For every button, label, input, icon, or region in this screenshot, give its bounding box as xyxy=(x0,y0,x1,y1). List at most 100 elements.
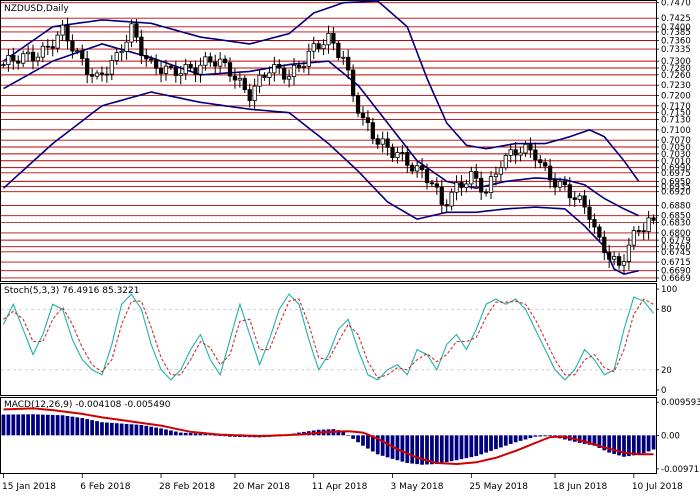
macd-histogram-bar xyxy=(469,435,474,458)
macd-histogram-bar xyxy=(36,414,40,436)
candle-body-up xyxy=(183,64,188,75)
macd-histogram-bar xyxy=(188,433,193,436)
macd-histogram-bar xyxy=(6,414,11,436)
candle-body-down xyxy=(99,72,105,75)
macd-histogram-bar xyxy=(651,435,656,450)
macd-axis-label: 0.00 xyxy=(661,431,680,441)
macd-histogram-bar xyxy=(543,435,548,437)
macd-axis-label: 0.009593 xyxy=(661,398,700,408)
candle-body-up xyxy=(415,165,420,172)
macd-histogram-bar xyxy=(109,422,114,436)
macd-histogram-bar xyxy=(508,435,513,444)
candle-body-down xyxy=(444,204,449,207)
candle-body-down xyxy=(616,256,622,266)
price-axis-label: 0.7200 xyxy=(661,91,691,101)
macd-histogram-bar xyxy=(45,414,50,436)
candle-body-up xyxy=(124,41,129,52)
macd-histogram-bar xyxy=(70,416,75,436)
candle-body-down xyxy=(139,36,144,56)
candle-body-down xyxy=(193,67,198,75)
macd-histogram-bar xyxy=(65,415,70,436)
candle-body-down xyxy=(50,46,55,49)
candle-body-up xyxy=(321,44,326,50)
macd-histogram-bar xyxy=(95,421,99,436)
candle-body-down xyxy=(424,169,430,184)
time-axis-label: 3 May 2018 xyxy=(391,482,444,492)
candle-body-up xyxy=(488,176,494,194)
candle-body-up xyxy=(1,64,6,66)
candle-body-down xyxy=(439,186,444,205)
macd-histogram-bar xyxy=(149,426,154,436)
macd-histogram-bar xyxy=(410,435,415,464)
price-axis-label: 0.7335 xyxy=(661,45,691,55)
candle-body-up xyxy=(257,74,262,87)
symbol-title: NZDUSD,Daily xyxy=(4,4,69,14)
candle-body-down xyxy=(89,73,95,77)
candle-body-down xyxy=(45,45,50,48)
candle-body-down xyxy=(16,60,21,64)
candle-body-down xyxy=(351,69,356,97)
candle-body-down xyxy=(331,32,336,44)
candle-body-down xyxy=(296,64,302,68)
macd-histogram-bar xyxy=(513,435,518,443)
candle-body-up xyxy=(493,173,499,178)
macd-histogram-bar xyxy=(548,435,552,437)
candle-body-down xyxy=(222,58,228,64)
macd-histogram-bar xyxy=(119,423,124,436)
candle-body-up xyxy=(646,217,651,232)
time-axis-label: 15 Jan 2018 xyxy=(2,482,56,492)
time-axis-label: 11 Apr 2018 xyxy=(312,482,368,492)
candle-body-down xyxy=(158,67,164,74)
candle-body-down xyxy=(434,183,439,188)
candle-body-up xyxy=(75,50,80,53)
candle-body-up xyxy=(498,167,503,175)
macd-histogram-bar xyxy=(183,432,188,436)
candle-body-up xyxy=(114,52,119,61)
price-axis-label: 0.7470 xyxy=(661,0,691,9)
candle-body-down xyxy=(365,117,371,124)
candle-body-up xyxy=(109,60,114,75)
candle-body-down xyxy=(316,43,321,50)
candle-body-up xyxy=(631,230,636,246)
candle-body-down xyxy=(282,67,287,80)
macd-histogram-bar xyxy=(415,435,420,465)
candle-body-up xyxy=(612,256,617,260)
candle-body-up xyxy=(267,72,272,78)
trading-chart[interactable]: 0.74700.74250.74000.73850.73600.73350.73… xyxy=(0,0,700,496)
candle-body-down xyxy=(247,89,252,102)
macd-histogram-bar xyxy=(494,435,498,450)
macd-histogram-bar xyxy=(100,422,104,436)
candle-body-up xyxy=(6,54,11,65)
time-axis-label: 25 May 2018 xyxy=(469,482,528,492)
candle-body-up xyxy=(21,53,26,64)
candle-body-down xyxy=(232,75,238,81)
candle-body-down xyxy=(173,66,178,76)
macd-histogram-bar xyxy=(144,425,149,436)
candle-body-down xyxy=(390,147,395,159)
candle-body-up xyxy=(286,76,292,80)
candle-body-up xyxy=(380,138,385,145)
macd-histogram-bar xyxy=(366,435,370,449)
stochastic-axis-label: 80 xyxy=(661,305,672,315)
macd-histogram-bar xyxy=(16,414,21,436)
macd-histogram-bar xyxy=(439,435,444,464)
candle-body-down xyxy=(154,59,159,69)
candle-body-down xyxy=(572,197,577,200)
price-axis-label: 0.6830 xyxy=(661,219,691,229)
candle-body-down xyxy=(149,58,154,61)
price-axis-label: 0.6880 xyxy=(661,201,691,211)
macd-histogram-bar xyxy=(75,417,80,436)
stochastic-axis-label: 100 xyxy=(661,285,677,295)
stochastic-title: Stoch(5,3,3) 76.4916 85.3221 xyxy=(4,286,139,296)
candle-body-up xyxy=(198,64,203,75)
candle-body-down xyxy=(104,73,110,76)
candle-body-down xyxy=(459,182,464,188)
candle-body-down xyxy=(355,95,361,114)
candle-body-down xyxy=(582,195,587,208)
macd-histogram-bar xyxy=(646,435,651,452)
macd-histogram-bar xyxy=(434,435,439,465)
time-axis-label: 6 Feb 2018 xyxy=(80,482,131,492)
macd-histogram-bar xyxy=(139,424,144,436)
macd-histogram-bar xyxy=(430,435,434,465)
candle-body-up xyxy=(94,72,100,77)
